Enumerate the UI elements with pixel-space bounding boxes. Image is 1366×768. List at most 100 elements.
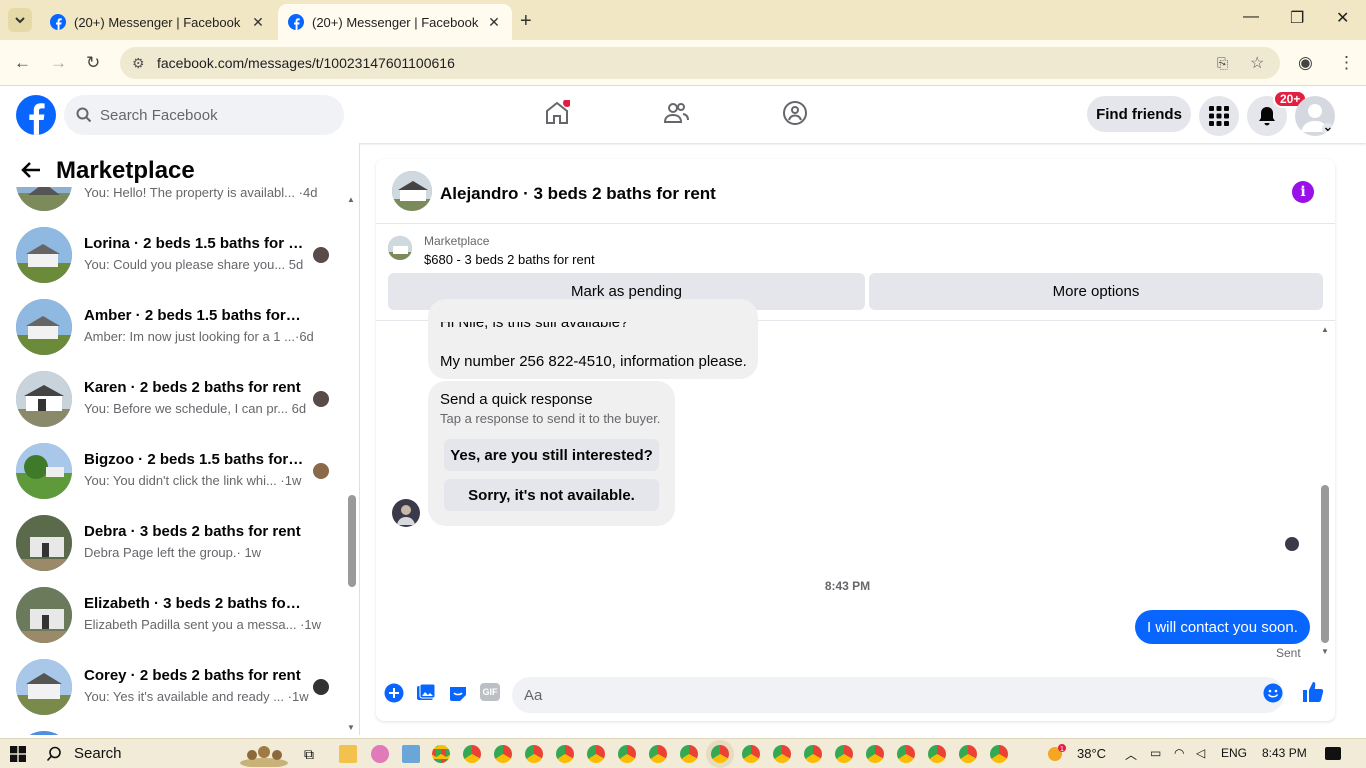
listing-thumbnail[interactable]: [388, 236, 412, 260]
message-input[interactable]: [512, 677, 1284, 713]
windows-start-icon[interactable]: [10, 746, 26, 762]
gif-icon[interactable]: GIF: [480, 683, 500, 701]
scroll-up-arrow-icon[interactable]: ▲: [1321, 325, 1329, 334]
quick-reply-no-button[interactable]: Sorry, it's not available.: [444, 479, 659, 511]
chat-scrollbar[interactable]: [1321, 485, 1329, 643]
close-tab-icon[interactable]: ✕: [486, 14, 502, 31]
site-settings-icon[interactable]: ⚙: [132, 55, 145, 72]
reload-icon[interactable]: ↻: [86, 53, 100, 73]
search-box[interactable]: Search Facebook: [64, 95, 344, 135]
install-app-icon[interactable]: ⎘: [1217, 55, 1228, 72]
back-arrow-icon[interactable]: ←: [14, 53, 31, 73]
groups-icon[interactable]: [782, 100, 808, 126]
chrome-icon[interactable]: [742, 745, 760, 763]
chrome-icon[interactable]: [680, 745, 698, 763]
task-view-icon[interactable]: ⧉: [304, 746, 314, 763]
outgoing-message[interactable]: I will contact you soon.: [1135, 610, 1310, 644]
chrome-icon[interactable]: [928, 745, 946, 763]
forward-arrow-icon[interactable]: →: [50, 53, 67, 73]
chrome-icon[interactable]: [959, 745, 977, 763]
clock[interactable]: 8:43 PM: [1262, 746, 1307, 760]
chrome-icon-active[interactable]: [711, 745, 729, 763]
browser-tab-2[interactable]: (20+) Messenger | Facebook ✕: [278, 4, 512, 40]
battery-icon[interactable]: ▭: [1150, 746, 1161, 760]
sender-avatar[interactable]: [392, 499, 420, 527]
info-icon[interactable]: i: [1292, 181, 1314, 203]
sidebar-scrollbar[interactable]: [348, 495, 356, 587]
chrome-icon[interactable]: [494, 745, 512, 763]
incoming-message[interactable]: Hi Nile, is this still available? My num…: [428, 299, 758, 379]
volume-icon[interactable]: ◁: [1196, 746, 1205, 760]
photo-icon[interactable]: [416, 683, 436, 703]
file-explorer-icon[interactable]: [339, 745, 357, 763]
scroll-up-arrow-icon[interactable]: ▲: [347, 195, 355, 204]
listing-thumbnail: [16, 299, 72, 355]
scroll-down-arrow-icon[interactable]: ▼: [1321, 647, 1329, 656]
conversation-item[interactable]: Karen · 2 beds 2 baths for rent You: Bef…: [16, 371, 346, 431]
chrome-icon[interactable]: [587, 745, 605, 763]
tab-list-button[interactable]: [8, 8, 32, 32]
chrome-icon[interactable]: [990, 745, 1008, 763]
close-tab-icon[interactable]: ✕: [250, 14, 266, 31]
chrome-icon[interactable]: [649, 745, 667, 763]
sticker-icon[interactable]: [448, 683, 468, 703]
listing-thumbnail[interactable]: [392, 171, 432, 211]
conversation-item[interactable]: Elizabeth · 3 beds 2 baths for rent Eliz…: [16, 587, 346, 647]
seen-avatar: [1285, 537, 1299, 551]
temperature-text[interactable]: 38°C: [1077, 746, 1106, 761]
listing-label: Marketplace: [424, 234, 490, 248]
new-tab-icon[interactable]: +: [520, 10, 532, 33]
friends-icon[interactable]: [663, 100, 689, 126]
language-indicator[interactable]: ENG: [1221, 746, 1247, 760]
url-text[interactable]: facebook.com/messages/t/1002314760110061…: [157, 55, 455, 71]
more-options-button[interactable]: More options: [869, 273, 1323, 310]
conversation-item[interactable]: Corey · 2 beds 2 baths for rent You: Yes…: [16, 659, 346, 719]
message-timestamp: 8:43 PM: [824, 579, 871, 593]
notepad-icon[interactable]: [402, 745, 420, 763]
plus-circle-icon[interactable]: [384, 683, 404, 703]
chrome-icon[interactable]: [432, 745, 450, 763]
home-icon[interactable]: [544, 100, 570, 126]
chrome-icon[interactable]: [866, 745, 884, 763]
conversation-item[interactable]: Bigzoo · 2 beds 1.5 baths for r... You: …: [16, 443, 346, 503]
kebab-menu-icon[interactable]: ⋮: [1338, 53, 1355, 73]
wifi-icon[interactable]: ◠: [1174, 746, 1184, 760]
conversation-item[interactable]: You: Hello! The property is availabl... …: [16, 155, 346, 211]
chrome-icon[interactable]: [618, 745, 636, 763]
weather-icon[interactable]: 1: [1045, 743, 1067, 763]
restore-icon[interactable]: ❐: [1290, 8, 1304, 28]
account-avatar[interactable]: [1295, 96, 1335, 136]
chrome-icon[interactable]: [556, 745, 574, 763]
chrome-icon[interactable]: [525, 745, 543, 763]
listing-thumbnail: [16, 731, 72, 735]
chrome-icon[interactable]: [463, 745, 481, 763]
chevron-up-icon[interactable]: ︿: [1125, 746, 1137, 763]
conversation-item[interactable]: Amber · 2 beds 1.5 baths for rent Amber:…: [16, 299, 346, 359]
thumbs-up-icon[interactable]: [1302, 681, 1324, 703]
find-friends-button[interactable]: Find friends: [1087, 96, 1191, 132]
minimize-icon[interactable]: —: [1243, 8, 1259, 26]
menu-grid-button[interactable]: [1199, 96, 1239, 136]
emoji-icon[interactable]: [1263, 683, 1283, 703]
app-icon[interactable]: [371, 745, 389, 763]
conversation-item[interactable]: Debra · 3 beds 2 baths for rent Debra Pa…: [16, 515, 346, 575]
omnibox[interactable]: ⚙ facebook.com/messages/t/10023147601100…: [120, 47, 1280, 79]
close-window-icon[interactable]: ✕: [1336, 8, 1349, 28]
browser-tab-1[interactable]: (20+) Messenger | Facebook ✕: [40, 4, 276, 40]
profile-icon[interactable]: ◉: [1298, 53, 1313, 73]
quick-reply-yes-button[interactable]: Yes, are you still interested?: [444, 439, 659, 471]
conversation-item[interactable]: [16, 731, 346, 735]
listing-price[interactable]: $680 - 3 beds 2 baths for rent: [424, 252, 595, 267]
notification-center-icon[interactable]: [1325, 747, 1341, 760]
chrome-icon[interactable]: [773, 745, 791, 763]
conversation-item[interactable]: Lorina · 2 beds 1.5 baths for re... You:…: [16, 227, 346, 287]
listing-thumbnail: [16, 371, 72, 427]
chat-title[interactable]: Alejandro · 3 beds 2 baths for rent: [440, 184, 716, 204]
facebook-logo-icon[interactable]: [16, 95, 56, 135]
bookmark-star-icon[interactable]: ☆: [1250, 53, 1264, 73]
chrome-icon[interactable]: [897, 745, 915, 763]
chrome-icon[interactable]: [835, 745, 853, 763]
taskbar-search[interactable]: Search: [46, 745, 122, 762]
scroll-down-arrow-icon[interactable]: ▼: [347, 723, 355, 732]
chrome-icon[interactable]: [804, 745, 822, 763]
